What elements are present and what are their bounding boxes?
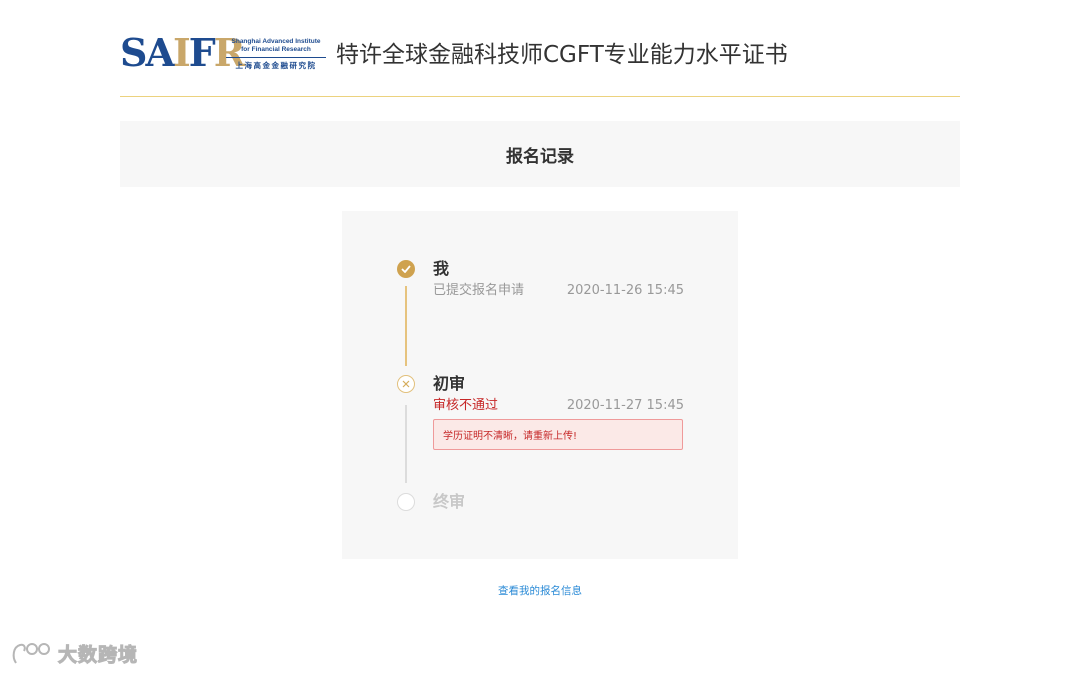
site-title: 特许全球金融科技师CGFT专业能力水平证书 — [336, 42, 788, 68]
step-connector — [405, 286, 407, 366]
progress-card: 我 已提交报名申请 2020-11-26 15:45 初审 审核不通过 2020… — [342, 211, 738, 559]
empty-circle-icon — [397, 493, 415, 511]
header-divider — [120, 96, 960, 97]
check-icon — [397, 260, 415, 278]
logo-en-line1: Shanghai Advanced Institute — [231, 38, 321, 45]
page-title: 报名记录 — [506, 146, 574, 167]
view-my-registration-link[interactable]: 查看我的报名信息 — [0, 583, 1080, 598]
header: SAIFR Shanghai Advanced Institute for Fi… — [120, 28, 960, 96]
step-title-final-review: 终审 — [433, 492, 466, 511]
step-title-initial-review: 初审 — [433, 374, 466, 393]
step-status-submitted: 已提交报名申请 — [433, 283, 525, 298]
logo-en-line2: for Financial Research — [241, 46, 311, 53]
watermark-logo-icon — [12, 642, 50, 664]
watermark-text: 大数跨境 — [57, 644, 139, 667]
step-time-submitted: 2020-11-26 15:45 — [566, 283, 684, 298]
logo-text: Shanghai Advanced Institute for Financia… — [226, 38, 326, 70]
logo-cn: 上海高金金融研究院 — [226, 57, 326, 70]
step-title-me: 我 — [433, 259, 450, 278]
step-time-rejected: 2020-11-27 15:45 — [566, 398, 684, 413]
x-icon — [397, 375, 415, 393]
step-status-rejected: 审核不通过 — [433, 398, 499, 413]
saifr-logo[interactable]: SAIFR Shanghai Advanced Institute for Fi… — [120, 30, 326, 75]
page-title-band: 报名记录 — [120, 121, 960, 187]
watermark: 大数跨境 — [10, 640, 138, 667]
logo-mark: SAIFR — [120, 30, 245, 75]
rejection-note: 学历证明不清晰，请重新上传! — [433, 419, 683, 450]
step-connector — [405, 405, 407, 483]
